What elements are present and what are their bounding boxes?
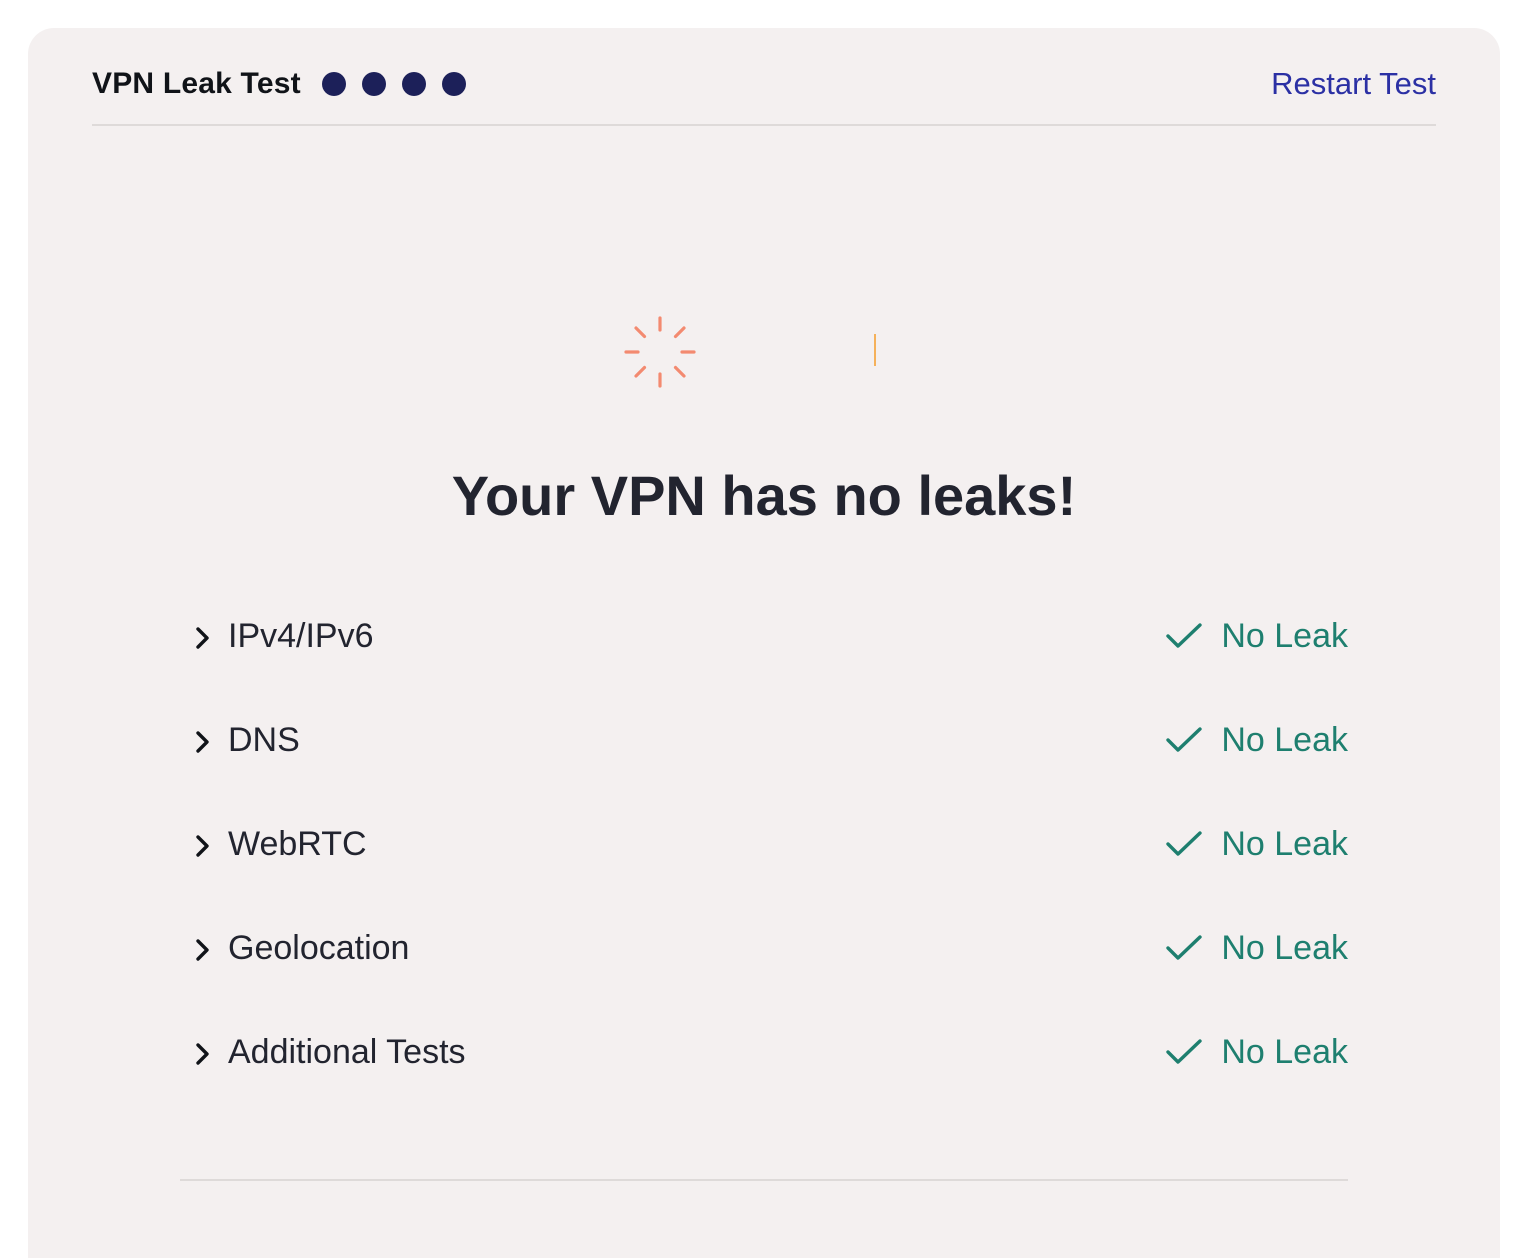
progress-dot [322, 72, 346, 96]
card-header: VPN Leak Test Restart Test [92, 64, 1436, 126]
result-status: No Leak [1165, 614, 1348, 658]
result-status: No Leak [1165, 1030, 1348, 1074]
status-text: No Leak [1221, 721, 1348, 759]
result-label: DNS [228, 721, 300, 759]
result-row-geolocation[interactable]: Geolocation No Leak [192, 896, 1348, 1000]
result-status: No Leak [1165, 718, 1348, 762]
result-label: WebRTC [228, 825, 367, 863]
chevron-right-icon [196, 1043, 209, 1065]
results-list: IPv4/IPv6 No Leak DNS No Leak WebRTC No … [192, 584, 1348, 1104]
leak-test-card: VPN Leak Test Restart Test Your VPN has … [28, 28, 1500, 1258]
result-row-additional-tests[interactable]: Additional Tests No Leak [192, 1000, 1348, 1104]
progress-dot [442, 72, 466, 96]
chevron-right-icon [196, 835, 209, 857]
check-icon [1166, 623, 1203, 648]
chevron-right-icon [196, 731, 209, 753]
result-row-dns[interactable]: DNS No Leak [192, 688, 1348, 792]
page-title: VPN Leak Test [92, 67, 301, 100]
result-row-webrtc[interactable]: WebRTC No Leak [192, 792, 1348, 896]
text-cursor [874, 334, 876, 366]
check-icon [1166, 831, 1203, 856]
status-text: No Leak [1221, 825, 1348, 863]
progress-dot [402, 72, 426, 96]
check-icon [1166, 727, 1203, 752]
divider [180, 1179, 1348, 1181]
result-row-ipv4-ipv6[interactable]: IPv4/IPv6 No Leak [192, 584, 1348, 688]
status-text: No Leak [1221, 929, 1348, 967]
chevron-right-icon [196, 627, 209, 649]
result-label: Geolocation [228, 929, 410, 967]
loading-spinner-icon [624, 316, 696, 388]
check-icon [1166, 1039, 1203, 1064]
result-status: No Leak [1165, 822, 1348, 866]
restart-test-link[interactable]: Restart Test [1271, 64, 1436, 104]
status-text: No Leak [1221, 617, 1348, 655]
result-label: Additional Tests [228, 1033, 466, 1071]
result-headline: Your VPN has no leaks! [451, 464, 1077, 527]
progress-dots [322, 72, 466, 96]
progress-dot [362, 72, 386, 96]
result-status: No Leak [1165, 926, 1348, 970]
result-label: IPv4/IPv6 [228, 617, 374, 655]
check-icon [1166, 935, 1203, 960]
chevron-right-icon [196, 939, 209, 961]
status-text: No Leak [1221, 1033, 1348, 1071]
